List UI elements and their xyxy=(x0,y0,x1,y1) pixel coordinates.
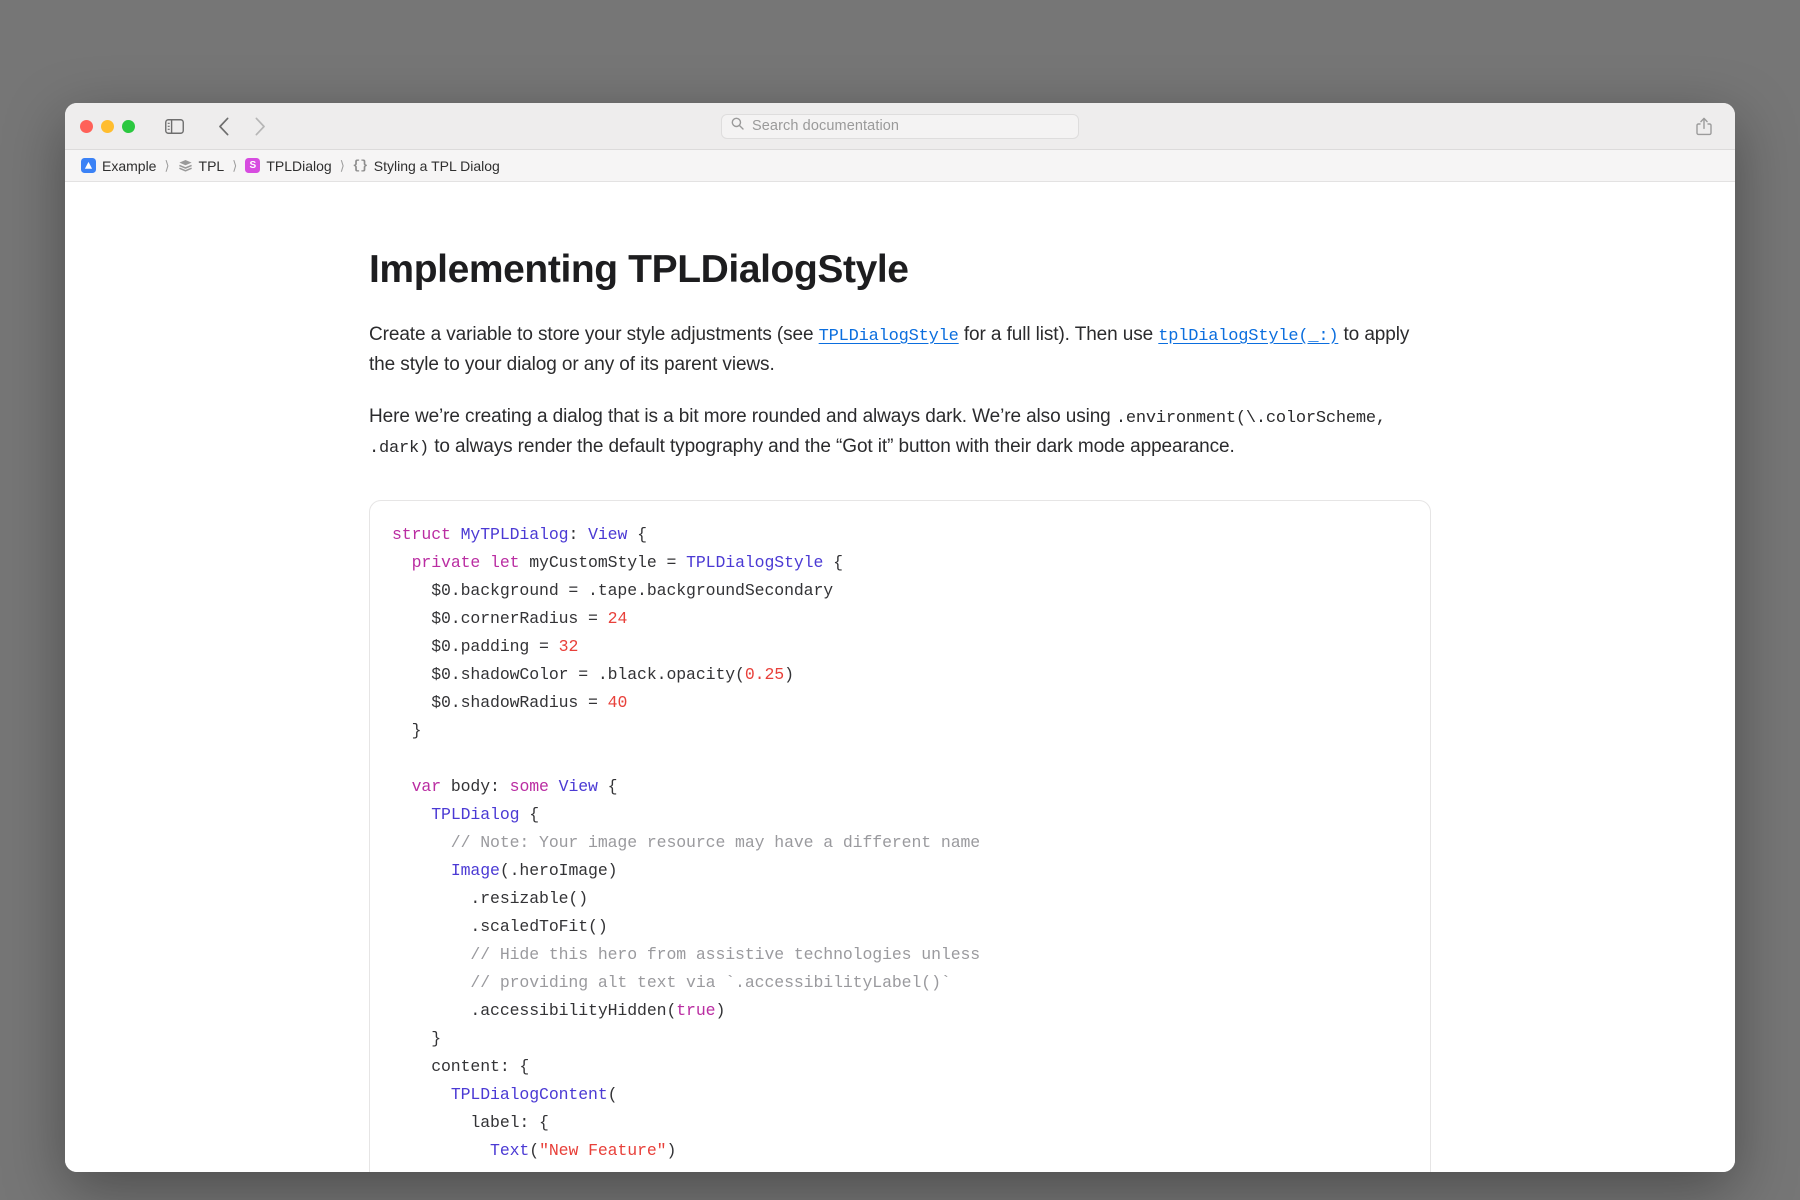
sidebar-toggle-icon[interactable] xyxy=(161,113,187,139)
document-scroll-area[interactable]: Implementing TPLDialogStyle Create a var… xyxy=(65,182,1735,1172)
close-button[interactable] xyxy=(80,119,93,133)
breadcrumb-separator: ⟩ xyxy=(164,157,170,173)
struct-symbol-icon: S xyxy=(245,158,261,173)
paragraph-text: for a full list). Then use xyxy=(958,323,1159,345)
breadcrumb-label: TPLDialog xyxy=(266,157,332,174)
paragraph-text: Here we’re creating a dialog that is a b… xyxy=(369,405,1116,427)
forward-icon[interactable] xyxy=(247,113,273,139)
code-listing[interactable]: struct MyTPLDialog: View { private let m… xyxy=(370,521,1430,1165)
breadcrumb-item-tpldialog[interactable]: S TPLDialog xyxy=(245,157,332,174)
braces-icon: {} xyxy=(352,158,369,173)
search-container: Search documentation xyxy=(721,113,1079,139)
back-icon[interactable] xyxy=(211,113,237,139)
breadcrumb-label: Example xyxy=(102,157,157,174)
window-toolbar: Search documentation xyxy=(65,103,1735,150)
breadcrumb-separator: ⟩ xyxy=(339,157,345,173)
framework-stack-icon xyxy=(178,158,193,173)
intro-paragraph: Create a variable to store your style ad… xyxy=(369,320,1431,380)
app-icon xyxy=(81,158,96,173)
breadcrumb-item-current[interactable]: {} Styling a TPL Dialog xyxy=(352,157,500,174)
article: Implementing TPLDialogStyle Create a var… xyxy=(369,182,1431,1172)
breadcrumb-separator: ⟩ xyxy=(232,157,238,173)
code-block: struct MyTPLDialog: View { private let m… xyxy=(369,500,1431,1172)
breadcrumb-item-example[interactable]: Example xyxy=(81,158,156,174)
zoom-button[interactable] xyxy=(122,119,135,133)
breadcrumb-item-tpl[interactable]: TPL xyxy=(178,157,225,174)
share-icon[interactable] xyxy=(1691,113,1717,139)
search-input[interactable]: Search documentation xyxy=(721,113,1079,139)
breadcrumb-label: Styling a TPL Dialog xyxy=(373,157,500,174)
description-paragraph: Here we’re creating a dialog that is a b… xyxy=(369,402,1431,463)
search-placeholder: Search documentation xyxy=(752,118,900,134)
breadcrumb-label: TPL xyxy=(198,157,225,174)
breadcrumb: Example ⟩ TPL ⟩ S TPLDialog ⟩ {} Styling… xyxy=(65,150,1735,182)
paragraph-text: to always render the default typography … xyxy=(429,435,1235,457)
paragraph-text: Create a variable to store your style ad… xyxy=(369,323,819,345)
browser-window: Search documentation Example ⟩ TPL ⟩ S T… xyxy=(65,103,1735,1172)
minimize-button[interactable] xyxy=(101,119,114,133)
link-tpldialogstyle[interactable]: TPLDialogStyle xyxy=(819,327,959,346)
page-title: Implementing TPLDialogStyle xyxy=(369,248,909,291)
traffic-lights xyxy=(80,119,135,133)
search-icon xyxy=(731,117,744,135)
link-tpldialogstyle-modifier[interactable]: tplDialogStyle(_:) xyxy=(1158,327,1338,346)
